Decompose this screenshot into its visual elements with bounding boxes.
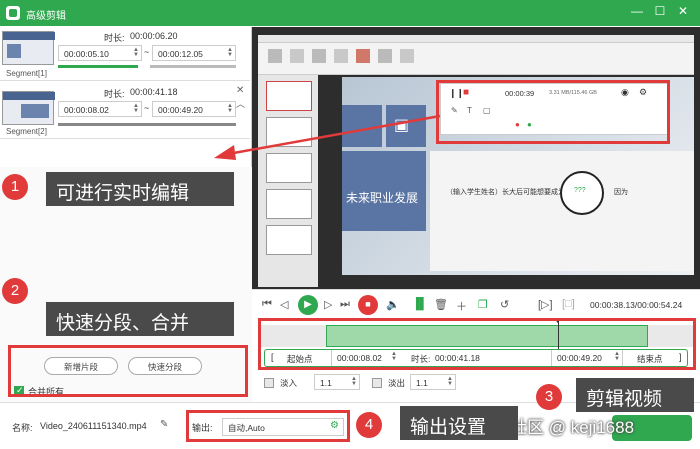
- app-logo-icon: [6, 6, 20, 20]
- fade-out-input[interactable]: 1.1 ▲ ▼: [410, 374, 456, 390]
- minimize-icon[interactable]: —: [628, 4, 646, 18]
- segment-label: Segment[2]: [6, 127, 47, 136]
- edit-icon[interactable]: ✎: [160, 419, 168, 430]
- go-start-icon[interactable]: ⏮: [262, 298, 272, 311]
- title-bar: 高级剪辑 — ☐ ✕: [0, 0, 700, 26]
- mark-in-icon[interactable]: [▷]: [538, 298, 553, 311]
- slide-title: 未来职业发展: [346, 191, 419, 205]
- segment-thumbnail: [2, 91, 55, 125]
- callout-number: 2: [2, 278, 28, 304]
- segment-start-input[interactable]: 00:00:08.02 ▲ ▼: [58, 101, 142, 117]
- segment-end-input[interactable]: 00:00:12.05 ▲ ▼: [152, 45, 236, 61]
- segment-progress: [58, 65, 138, 68]
- highlight-box-output: [186, 410, 350, 442]
- record-button[interactable]: ■: [358, 295, 378, 315]
- maximize-icon[interactable]: ☐: [651, 4, 669, 18]
- highlight-box-buttons: [8, 345, 248, 397]
- arrow-icon: [214, 114, 441, 160]
- close-icon[interactable]: ✕: [236, 85, 244, 96]
- duration-label: 时长:: [104, 89, 125, 99]
- highlight-box-recorder: [436, 80, 670, 144]
- chevron-up-icon[interactable]: ︿: [236, 97, 245, 110]
- segment-duration: 00:00:06.20: [130, 31, 178, 41]
- callout-label: 剪辑视频: [576, 378, 694, 412]
- fade-out-checkbox[interactable]: [372, 378, 382, 388]
- playback-time: 00:00:38.13/00:00:54.24: [590, 300, 683, 310]
- fade-in-checkbox[interactable]: [264, 378, 274, 388]
- segment-label: Segment[1]: [6, 69, 47, 78]
- go-end-icon[interactable]: ⏭: [340, 298, 350, 311]
- highlight-box-timeline: [258, 318, 696, 370]
- segment-duration: 00:00:41.18: [130, 87, 178, 97]
- fade-in-input[interactable]: 1.1 ▲ ▼: [314, 374, 360, 390]
- segment-start-input[interactable]: 00:00:05.10 ▲ ▼: [58, 45, 142, 61]
- callout-number: 1: [2, 174, 28, 200]
- prev-frame-icon[interactable]: ◁: [280, 298, 288, 311]
- volume-icon[interactable]: 🔈: [386, 298, 400, 311]
- ppt-ribbon: [258, 35, 694, 75]
- duration-label: 时长:: [104, 33, 125, 43]
- play-button[interactable]: ▶: [298, 295, 318, 315]
- slide-thumbnails: [258, 75, 318, 287]
- next-frame-icon[interactable]: ▷: [324, 298, 332, 311]
- name-label: 名称:: [12, 423, 33, 433]
- undo-icon[interactable]: ↺: [500, 298, 509, 311]
- segment-thumbnail: [2, 31, 55, 65]
- window-title: 高级剪辑: [26, 11, 66, 22]
- callout-label: 快速分段、合并: [46, 302, 234, 336]
- delete-icon[interactable]: 🗑: [434, 298, 448, 311]
- callout-label: 可进行实时编辑: [46, 172, 234, 206]
- mark-out-icon[interactable]: [□]: [562, 298, 575, 310]
- transport-bar: ⏮ ◁ ▶ ▷ ⏭ ■ 🔈 ▐▌ 🗑 ＋ ❐ ↺ [▷] [□] 00:00:3…: [252, 289, 700, 319]
- copy-icon[interactable]: ❐: [478, 298, 488, 311]
- callout-label: 输出设置: [400, 406, 518, 440]
- callout-number: 4: [356, 412, 382, 438]
- add-icon[interactable]: ＋: [456, 298, 467, 314]
- callout-number: 3: [536, 384, 562, 410]
- close-icon[interactable]: ✕: [674, 4, 692, 18]
- slide-text: （输入学生姓名）长大后可能想要成为: [446, 189, 565, 196]
- split-icon[interactable]: ▐▌: [412, 298, 428, 310]
- segment-item[interactable]: Segment[1] 时长: 00:00:06.20 00:00:05.10 ▲ ▼…: [0, 27, 250, 81]
- filename: Video_240611151340.mp4: [40, 421, 147, 431]
